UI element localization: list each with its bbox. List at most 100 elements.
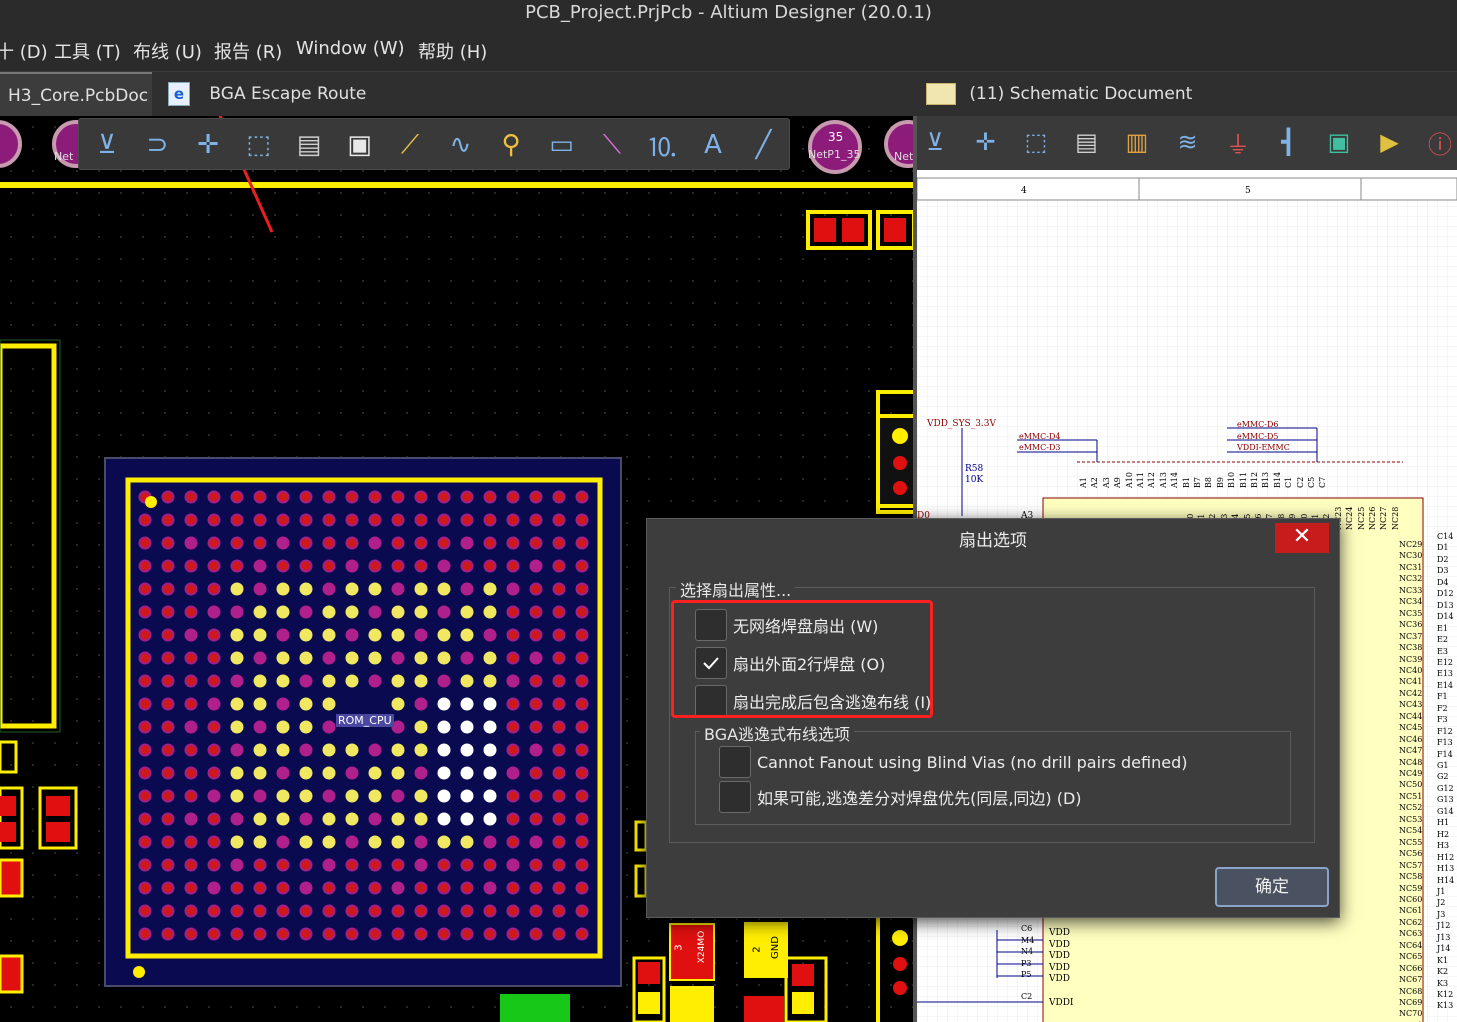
bga-ball bbox=[207, 674, 221, 688]
bga-ball bbox=[299, 605, 313, 619]
edge-pin-label: H14 bbox=[1437, 875, 1455, 885]
edge-pin-label: E12 bbox=[1437, 657, 1454, 667]
power-ground-icon[interactable]: ⏚ bbox=[1218, 122, 1258, 162]
menu-tools[interactable]: 工具 (T) bbox=[54, 38, 121, 64]
bga-ball bbox=[276, 651, 290, 665]
tab-pcb-doc[interactable]: H3_Core.PcbDoc * bbox=[0, 72, 152, 150]
rom-cpu-label: ROM_CPU bbox=[336, 714, 394, 727]
bga-ball bbox=[437, 720, 451, 734]
bga-ball bbox=[368, 743, 382, 757]
pin-label-inner: NC24 bbox=[1345, 506, 1355, 530]
harness-icon[interactable]: ┫ bbox=[1269, 122, 1309, 162]
bga-ball bbox=[414, 881, 428, 895]
option-diff-pair-priority[interactable]: 如果可能,逃逸差分对焊盘优先(同层,同边) (D) bbox=[719, 780, 1082, 814]
bga-ball bbox=[322, 927, 336, 941]
bga-ball bbox=[322, 628, 336, 642]
part-icon[interactable]: ▥ bbox=[1117, 122, 1157, 162]
bga-ball bbox=[483, 559, 497, 573]
tab-bga-escape[interactable]: e BGA Escape Route bbox=[160, 72, 380, 116]
bga-ball bbox=[184, 605, 198, 619]
nc-pin-label: NC66 bbox=[1399, 963, 1423, 973]
bga-ball bbox=[184, 789, 198, 803]
checkbox-diff-pair-priority[interactable] bbox=[719, 781, 751, 813]
nc-pin-label: NC61 bbox=[1399, 906, 1423, 916]
bga-ball bbox=[207, 651, 221, 665]
bga-ball bbox=[437, 559, 451, 573]
bga-ball bbox=[575, 605, 589, 619]
bus-icon[interactable]: ≋ bbox=[1168, 122, 1208, 162]
directive-icon[interactable]: ⓘ bbox=[1420, 122, 1457, 162]
bga-ball bbox=[575, 628, 589, 642]
vdd-pin-number: P5 bbox=[1021, 970, 1032, 979]
bga-ball bbox=[391, 651, 405, 665]
tab-schematic[interactable]: (11) Schematic Document bbox=[918, 72, 1218, 143]
track-icon[interactable]: ⟍ bbox=[592, 125, 632, 165]
bga-ball bbox=[161, 536, 175, 550]
via-icon[interactable]: ⚲ bbox=[491, 125, 531, 165]
edge-pin-label: E13 bbox=[1437, 669, 1454, 679]
ok-button[interactable]: 确定 bbox=[1215, 867, 1329, 907]
bga-ball bbox=[322, 490, 336, 504]
pin-label-top: B1 bbox=[1181, 477, 1191, 488]
checkbox-blind-vias[interactable] bbox=[719, 746, 751, 778]
diff-pair-icon[interactable]: ∿ bbox=[441, 125, 481, 165]
bga-ball bbox=[437, 766, 451, 780]
select-rect-icon[interactable]: ⬚ bbox=[239, 125, 279, 165]
edge-pin-label: G14 bbox=[1437, 806, 1454, 816]
edge-pin-label: F14 bbox=[1437, 749, 1453, 759]
filter-icon[interactable]: ⊻ bbox=[917, 122, 955, 162]
bga-ball bbox=[345, 605, 359, 619]
bga-ball bbox=[184, 490, 198, 504]
fanout-options-dialog: 扇出选项 ✕ 选择扇出属性... 无网络焊盘扇出 (W) 扇出外面2行焊盘 (O… bbox=[646, 518, 1340, 918]
menu-route[interactable]: 布线 (U) bbox=[133, 38, 202, 64]
close-button[interactable]: ✕ bbox=[1275, 523, 1329, 553]
move-icon[interactable]: ✛ bbox=[188, 125, 228, 165]
bga-ball bbox=[391, 904, 405, 918]
bga-ball bbox=[437, 628, 451, 642]
option-diff-pair-label: 如果可能,逃逸差分对焊盘优先(同层,同边) (D) bbox=[757, 789, 1082, 808]
edge-pin-label: G12 bbox=[1437, 783, 1454, 793]
filter-icon[interactable]: ⊻ bbox=[87, 125, 127, 165]
sheet-symbol-icon[interactable]: ▣ bbox=[1319, 122, 1359, 162]
tab-bga-label: BGA Escape Route bbox=[209, 84, 367, 104]
text-icon[interactable]: A bbox=[693, 125, 733, 165]
bga-ball bbox=[276, 812, 290, 826]
bga-ball bbox=[483, 536, 497, 550]
bga-ball bbox=[299, 904, 313, 918]
bga-ball bbox=[483, 743, 497, 757]
edge-pin-label: D12 bbox=[1437, 589, 1454, 599]
pin-label-top: A1 bbox=[1079, 477, 1088, 488]
route-icon[interactable]: ⊃ bbox=[138, 125, 178, 165]
bga-ball bbox=[276, 490, 290, 504]
fill-icon[interactable]: ▭ bbox=[542, 125, 582, 165]
edge-pin-label: D13 bbox=[1437, 600, 1454, 610]
bga-ball bbox=[368, 582, 382, 596]
nc-pin-label: NC42 bbox=[1399, 688, 1423, 698]
align-icon[interactable]: ▤ bbox=[1067, 122, 1107, 162]
component-icon[interactable]: ▣ bbox=[340, 125, 380, 165]
bga-ball bbox=[368, 904, 382, 918]
bga-ball bbox=[184, 743, 198, 757]
edge-pin-label: E14 bbox=[1437, 680, 1454, 690]
port-icon[interactable]: ▶ bbox=[1370, 122, 1410, 162]
bga-ball bbox=[230, 766, 244, 780]
menu-window[interactable]: Window (W) bbox=[296, 38, 405, 59]
move-icon[interactable]: ✛ bbox=[966, 122, 1006, 162]
string-icon[interactable]: ⒑ bbox=[643, 125, 683, 165]
pin-label-top: B12 bbox=[1250, 471, 1259, 488]
pin-label-top: A3 bbox=[1101, 477, 1111, 488]
edge-pin-label: G1 bbox=[1437, 761, 1449, 770]
interactive-route-icon[interactable]: ⟋ bbox=[390, 125, 430, 165]
pin-label-top: A2 bbox=[1090, 477, 1100, 488]
bga-ball bbox=[483, 651, 497, 665]
line-icon[interactable]: ╱ bbox=[744, 125, 784, 165]
bga-ball bbox=[552, 513, 566, 527]
menu-help[interactable]: 帮助 (H) bbox=[418, 38, 487, 64]
menu-design[interactable]: 十 (D) bbox=[0, 38, 48, 64]
bga-ball bbox=[276, 559, 290, 573]
select-rect-icon[interactable]: ⬚ bbox=[1016, 122, 1056, 162]
menu-reports[interactable]: 报告 (R) bbox=[214, 38, 282, 64]
option-blind-vias[interactable]: Cannot Fanout using Blind Vias (no drill… bbox=[719, 745, 1187, 779]
align-icon[interactable]: ▤ bbox=[289, 125, 329, 165]
web-doc-icon: e bbox=[168, 82, 190, 106]
